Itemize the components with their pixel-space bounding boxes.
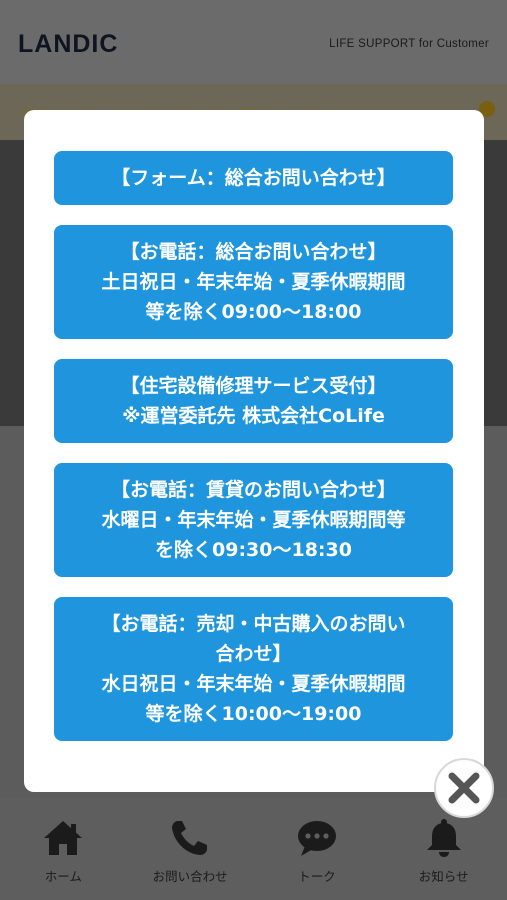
phone-rental-inquiry-button[interactable]: 【お電話：賃貸のお問い合わせ】 水曜日・年末年始・夏季休暇期間等 を除く09:3…	[54, 463, 453, 577]
bell-icon	[426, 819, 461, 857]
nav-item-contact[interactable]: お問い合わせ	[127, 798, 254, 900]
button-line: 【住宅設備修理サービス受付】	[120, 375, 387, 397]
button-line: 等を除く10:00〜19:00	[145, 703, 362, 725]
site-header: LANDIC LIFE SUPPORT for Customer	[0, 0, 507, 84]
button-line: 土日祝日・年末年始・夏季休暇期間	[101, 271, 406, 293]
close-modal-button[interactable]	[434, 758, 494, 818]
nav-item-news[interactable]: お知らせ	[380, 798, 507, 900]
chat-icon	[297, 821, 336, 856]
nav-label-home: ホーム	[44, 869, 82, 884]
nav-label-talk: トーク	[298, 869, 336, 884]
nav-item-talk[interactable]: トーク	[254, 798, 381, 900]
bottom-nav: ホーム お問い合わせ トーク お知らせ	[0, 798, 507, 900]
button-line: 水日祝日・年末年始・夏季休暇期間	[101, 673, 406, 695]
contact-modal: 【フォーム：総合お問い合わせ】 【お電話：総合お問い合わせ】 土日祝日・年末年始…	[24, 110, 484, 792]
button-line: 【フォーム：総合お問い合わせ】	[111, 167, 396, 189]
form-inquiry-button[interactable]: 【フォーム：総合お問い合わせ】	[54, 151, 453, 205]
site-logo[interactable]: LANDIC	[18, 30, 118, 59]
nav-item-home[interactable]: ホーム	[0, 798, 127, 900]
button-line: 等を除く09:00〜18:00	[145, 301, 362, 323]
button-line: 【お電話：売却・中古購入のお問い	[101, 613, 406, 635]
button-line: 【お電話：賃貸のお問い合わせ】	[110, 479, 396, 501]
phone-sale-purchase-inquiry-button[interactable]: 【お電話：売却・中古購入のお問い 合わせ】 水日祝日・年末年始・夏季休暇期間 等…	[54, 597, 453, 741]
home-icon	[44, 821, 83, 855]
button-line: 水曜日・年末年始・夏季休暇期間等	[101, 509, 406, 531]
phone-general-inquiry-button[interactable]: 【お電話：総合お問い合わせ】 土日祝日・年末年始・夏季休暇期間 等を除く09:0…	[54, 225, 453, 339]
button-line: 合わせ】	[215, 643, 292, 665]
repair-service-button[interactable]: 【住宅設備修理サービス受付】 ※運営委託先 株式会社CoLife	[54, 359, 453, 443]
button-line: ※運営委託先 株式会社CoLife	[122, 405, 385, 427]
nav-label-news: お知らせ	[418, 869, 469, 884]
button-line: 【お電話：総合お問い合わせ】	[120, 241, 387, 263]
nav-label-contact: お問い合わせ	[152, 869, 228, 884]
close-icon	[448, 772, 480, 804]
phone-icon	[172, 821, 208, 855]
button-line: を除く09:30〜18:30	[155, 539, 352, 561]
site-tagline: LIFE SUPPORT for Customer	[329, 38, 489, 50]
